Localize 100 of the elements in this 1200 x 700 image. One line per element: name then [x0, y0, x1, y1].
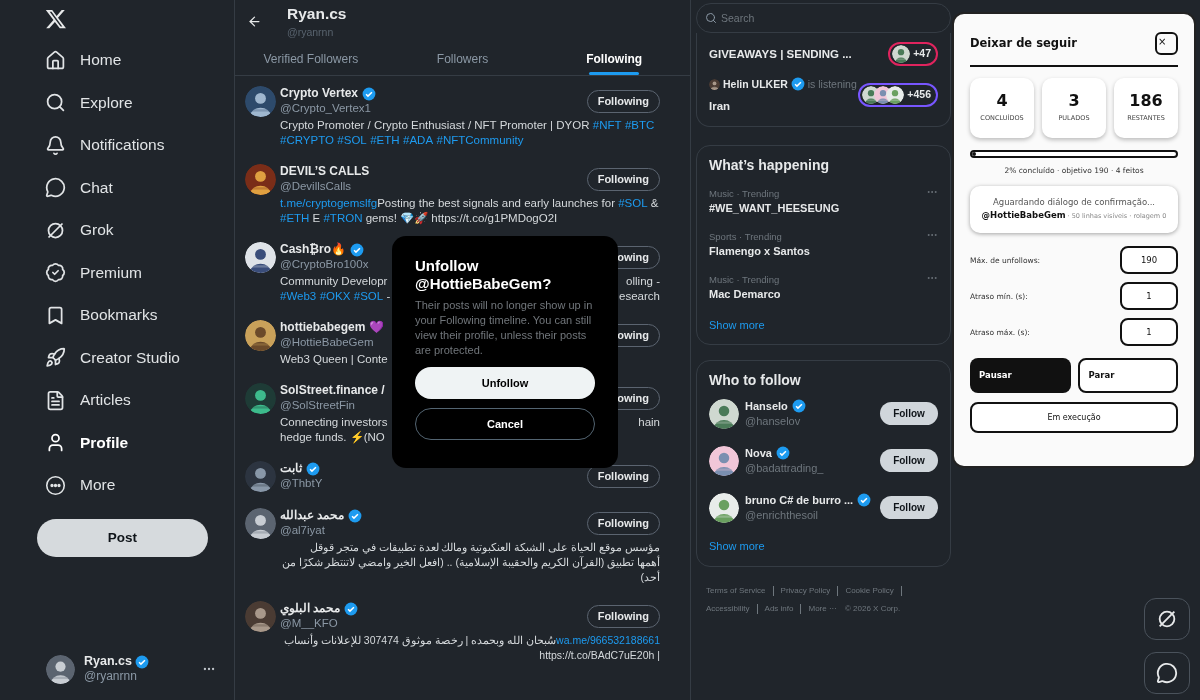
follow-button[interactable]: Follow: [880, 449, 938, 472]
number-field[interactable]: 190: [1120, 246, 1178, 275]
trend-title[interactable]: Mac Demarco: [709, 287, 781, 302]
link[interactable]: #CRYPTO: [280, 134, 334, 146]
search-icon: [705, 12, 717, 24]
user-name[interactable]: DEVIL’S CALLS: [280, 164, 370, 179]
tab[interactable]: Following: [538, 44, 690, 75]
bio-text: hain: [638, 415, 660, 430]
number-field[interactable]: 1: [1120, 318, 1178, 347]
document-icon: [45, 389, 66, 411]
link[interactable]: #ADA: [403, 134, 434, 146]
link[interactable]: #SOL: [337, 134, 367, 146]
link[interactable]: #TRON: [323, 212, 363, 224]
user-name[interactable]: محمد عبدالله: [280, 508, 345, 523]
link[interactable]: #BTC: [624, 119, 655, 131]
home-icon: [45, 49, 66, 71]
trend-title[interactable]: #WE_WANT_HEESEUNG: [709, 201, 840, 216]
show-more-link[interactable]: Show more: [709, 537, 938, 554]
nav-item[interactable]: Premium: [0, 256, 234, 289]
follow-button[interactable]: Follow: [880, 402, 938, 425]
follow-button[interactable]: Follow: [880, 496, 938, 519]
link[interactable]: #NFTCommunity: [436, 134, 524, 146]
nav-item[interactable]: Profile: [0, 426, 234, 459]
bio-text: أحد): [640, 570, 660, 585]
account-handle: @ryanrnn: [84, 669, 138, 684]
stat-value: 4: [996, 92, 1008, 111]
user-name[interactable]: محمد البلوي: [280, 601, 341, 616]
user-name[interactable]: ثابت: [280, 461, 302, 476]
search-field[interactable]: Search: [696, 3, 951, 33]
unfollow-button[interactable]: Unfollow: [415, 367, 595, 399]
user-name[interactable]: Hanselo: [745, 398, 788, 414]
footer-link[interactable]: More ···: [808, 603, 837, 615]
tab[interactable]: Followers: [386, 44, 539, 75]
user-handle: @badattrading_: [745, 460, 825, 476]
stop-button[interactable]: Parar: [1077, 358, 1178, 394]
link[interactable]: t.me/cryptogemslfg: [280, 197, 378, 209]
nav-item[interactable]: Explore: [0, 86, 234, 119]
trend-title[interactable]: Flamengo x Santos: [709, 244, 810, 259]
bio-text: hedge funds. ⚡(NO: [280, 430, 385, 445]
tab[interactable]: Verified Followers: [235, 44, 387, 75]
link[interactable]: #SOL: [353, 290, 384, 302]
chat-bubble-icon: [45, 177, 66, 198]
listener-status: is listening: [807, 77, 857, 92]
link[interactable]: #OKX: [319, 290, 351, 302]
user-name[interactable]: hottiebabegem 💜: [280, 320, 384, 335]
nav-item[interactable]: Articles: [0, 384, 234, 416]
stat-value: 186: [1129, 92, 1163, 111]
bio-text: Connecting investors: [280, 415, 388, 430]
link[interactable]: #ETH: [280, 212, 310, 224]
close-button[interactable]: ×: [1155, 32, 1178, 55]
status-title: Aguardando diálogo de confirmação...: [992, 196, 1156, 210]
user-handle: @SolStreetFin: [280, 398, 356, 413]
post-button[interactable]: Post: [37, 519, 208, 557]
chat-bubble-icon: [1156, 662, 1178, 684]
link[interactable]: wa.me/966532188661: [556, 634, 660, 646]
nav-item[interactable]: More: [0, 469, 234, 501]
user-handle: @enrichthesoil: [745, 507, 819, 523]
user-name[interactable]: Nova: [745, 445, 772, 461]
bio-text: Community Developr: [280, 274, 388, 289]
user-name[interactable]: bruno C# de burro ...: [745, 492, 854, 508]
more-icon: [45, 474, 66, 496]
space-title[interactable]: GIVEAWAYS | SENDING ...: [709, 46, 852, 62]
user-handle: @ThbtY: [280, 476, 323, 491]
x-logo-icon[interactable]: [45, 8, 67, 30]
listener-name: Helin ULKER: [723, 77, 788, 92]
chat-button[interactable]: [1144, 652, 1190, 694]
show-more-link[interactable]: Show more: [709, 317, 938, 334]
user-name[interactable]: Cash₿ro🔥: [280, 242, 347, 257]
number-field[interactable]: 1: [1120, 282, 1178, 311]
user-name[interactable]: Crypto Vertex: [280, 86, 359, 101]
space-title[interactable]: Iran: [709, 98, 857, 114]
link[interactable]: #Web3: [280, 290, 317, 302]
link[interactable]: #SOL: [618, 197, 648, 209]
badge-check-icon: [45, 262, 66, 283]
listener-count: +456: [907, 87, 931, 103]
running-button[interactable]: Em execução: [970, 402, 1178, 434]
bio-text: esearch: [619, 289, 660, 304]
listeners-pill[interactable]: +456: [858, 83, 938, 107]
nav-item[interactable]: Notifications: [0, 129, 234, 161]
dialog-title: Unfollow @HottieBabeGem?: [415, 257, 553, 293]
listeners-pill[interactable]: +47: [888, 42, 938, 66]
bio-text: Web3 Queen | Conte: [280, 352, 388, 367]
pause-button[interactable]: Pausar: [970, 358, 1071, 394]
nav-item[interactable]: Chat: [0, 171, 234, 204]
card-title: Who to follow: [709, 370, 802, 390]
link[interactable]: #NFT: [592, 119, 622, 131]
nav-item[interactable]: Grok: [0, 214, 234, 246]
user-name[interactable]: SolStreet.finance /: [280, 383, 385, 398]
nav-item[interactable]: Home: [0, 44, 234, 76]
user-handle: @HottieBabeGem: [280, 335, 375, 350]
nav-item[interactable]: Bookmarks: [0, 299, 234, 331]
bio-text: #ETH E #TRON gems! 💎🚀 https://t.co/g1PMDogO2I: [280, 211, 558, 226]
trend-context: Music · Trending: [709, 273, 781, 287]
link[interactable]: #ETH: [370, 134, 400, 146]
profile-handle: @ryanrnn: [287, 25, 335, 40]
footer-link[interactable]: Privacy Policy: [780, 585, 831, 597]
trend-context: Sports · Trending: [709, 230, 783, 244]
grok-button[interactable]: [1144, 598, 1190, 640]
nav-item[interactable]: Creator Studio: [0, 341, 234, 374]
copyright-text: © 2026 X Corp.: [844, 603, 901, 615]
